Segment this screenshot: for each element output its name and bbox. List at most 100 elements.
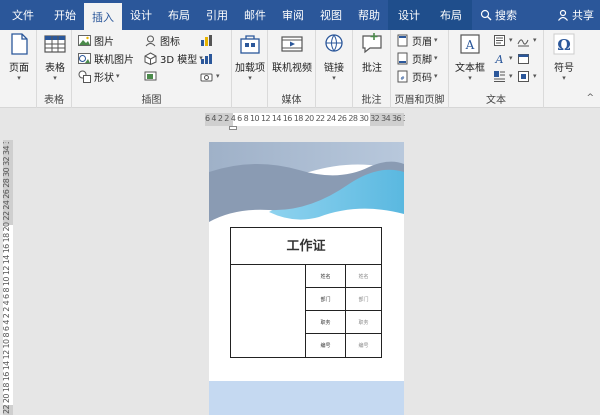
- tab-spacer: [525, 0, 549, 30]
- group-text: A 文本框 ▾ ▾ A ▾ ▾ ▾ ▾ 文本: [449, 30, 544, 108]
- pages-button[interactable]: 页面 ▾: [4, 32, 34, 82]
- shapes-label: 形状: [94, 72, 114, 84]
- links-button[interactable]: 链接 ▾: [319, 32, 349, 82]
- label-position[interactable]: 职务: [306, 311, 345, 334]
- share-label: 共享: [572, 9, 594, 22]
- table-label: 表格: [45, 63, 65, 74]
- tab-view[interactable]: 视图: [312, 0, 350, 30]
- ribbon-insert: 页面 ▾ 表格 ▾ 表格 图片 联机图片 形状 ▾ 图标 3D 模型 ▾ ▾ 插…: [0, 30, 600, 108]
- camera-button[interactable]: ▾: [200, 68, 220, 84]
- page-number-label: 页码: [412, 72, 432, 84]
- group-comments: 批注 批注: [353, 30, 391, 108]
- chevron-down-icon: ▾: [17, 74, 21, 82]
- id-card-table[interactable]: 工作证 姓名 部门 职务 编号 姓名 部门 职务 编号: [230, 227, 382, 358]
- chevron-down-icon: ▾: [509, 54, 513, 62]
- online-video-button[interactable]: 联机视频: [270, 32, 314, 74]
- symbol-button[interactable]: Ω 符号 ▾: [548, 32, 580, 82]
- tab-insert[interactable]: 插入: [84, 3, 122, 30]
- object-button[interactable]: ▾: [517, 68, 537, 84]
- value-column: 姓名 部门 职务 编号: [346, 265, 381, 357]
- date-time-button[interactable]: [517, 50, 533, 66]
- collapse-ribbon-icon[interactable]: ^: [586, 93, 594, 103]
- chevron-down-icon: ▾: [53, 74, 57, 82]
- group-tables: 表格 ▾ 表格: [37, 30, 72, 108]
- page-number-button[interactable]: # 页码 ▾: [396, 68, 438, 84]
- footer-button[interactable]: 页脚 ▾: [396, 50, 438, 66]
- chevron-down-icon: ▾: [434, 36, 438, 44]
- online-pictures-label: 联机图片: [94, 54, 134, 66]
- 3d-models-button[interactable]: 3D 模型 ▾: [144, 50, 203, 66]
- signature-button[interactable]: ▾: [517, 32, 537, 48]
- group-header-footer: 页眉 ▾ 页脚 ▾ # 页码 ▾ 页眉和页脚: [391, 30, 449, 108]
- icons-label: 图标: [160, 36, 180, 48]
- links-label: 链接: [324, 63, 344, 74]
- pages-label: 页面: [9, 63, 29, 74]
- photo-cell[interactable]: [231, 265, 306, 357]
- vertical-ruler[interactable]: 22 20 18 16 14 12 10 8 6 4 2 2 4 6 8 10 …: [0, 140, 16, 415]
- chart-button[interactable]: [200, 50, 216, 66]
- value-position[interactable]: 职务: [346, 311, 381, 334]
- tab-file[interactable]: 文件: [0, 0, 46, 30]
- comment-button[interactable]: 批注: [357, 32, 387, 74]
- icons-button[interactable]: 图标: [144, 32, 180, 48]
- group-pages: 页面 ▾: [0, 30, 37, 108]
- label-name[interactable]: 姓名: [306, 265, 345, 288]
- tab-home[interactable]: 开始: [46, 0, 84, 30]
- smartart-button[interactable]: [200, 32, 216, 48]
- online-image-icon: [78, 52, 91, 64]
- footer-band: [209, 381, 404, 415]
- tab-mailings[interactable]: 邮件: [236, 0, 274, 30]
- search-box[interactable]: 搜索: [472, 0, 525, 30]
- word-window: 文件 开始 插入 设计 布局 引用 邮件 审阅 视图 帮助 设计 布局 搜索 共…: [0, 0, 600, 415]
- symbol-label: 符号: [554, 63, 574, 74]
- label-department[interactable]: 部门: [306, 288, 345, 311]
- share-button[interactable]: 共享: [549, 0, 600, 30]
- group-label-tables: 表格: [44, 95, 64, 106]
- svg-text:Ω: Ω: [557, 36, 570, 54]
- tab-help[interactable]: 帮助: [350, 0, 388, 30]
- table-button[interactable]: 表格 ▾: [40, 32, 70, 82]
- pictures-button[interactable]: 图片: [78, 32, 114, 48]
- icons-icon: [145, 35, 156, 46]
- pictures-label: 图片: [94, 36, 114, 48]
- object-icon: [518, 70, 529, 82]
- screenshot-button[interactable]: [144, 68, 160, 84]
- chevron-down-icon: ▾: [509, 72, 513, 80]
- shapes-button[interactable]: 形状 ▾: [78, 68, 120, 84]
- addins-button[interactable]: 加载项 ▾: [235, 32, 265, 82]
- tab-layout[interactable]: 布局: [160, 0, 198, 30]
- chevron-down-icon: ▾: [509, 36, 513, 44]
- screenshot-icon: [144, 71, 157, 80]
- tab-references[interactable]: 引用: [198, 0, 236, 30]
- tab-table-layout[interactable]: 布局: [430, 0, 472, 30]
- quick-parts-button[interactable]: ▾: [493, 32, 513, 48]
- ruler-numbers: 6 4 2 2 4 6 8 10 12 14 16 18 20 22 24 26…: [205, 114, 405, 123]
- chevron-down-icon: ▾: [216, 72, 220, 80]
- chart-icon: [201, 53, 212, 64]
- document-page[interactable]: 工作证 姓名 部门 职务 编号 姓名 部门 职务 编号: [209, 142, 404, 415]
- group-symbols: Ω 符号 ▾: [544, 30, 584, 108]
- online-pictures-button[interactable]: 联机图片: [78, 50, 134, 66]
- image-icon: [78, 34, 91, 46]
- tab-design[interactable]: 设计: [122, 0, 160, 30]
- textbox-button[interactable]: A 文本框 ▾: [452, 32, 488, 82]
- tab-review[interactable]: 审阅: [274, 0, 312, 30]
- wordart-button[interactable]: A ▾: [493, 50, 513, 66]
- tab-table-design[interactable]: 设计: [388, 0, 430, 30]
- value-name[interactable]: 姓名: [346, 265, 381, 288]
- video-icon: [281, 36, 303, 52]
- indent-marker[interactable]: [229, 126, 237, 130]
- drop-cap-button[interactable]: ▾: [493, 68, 513, 84]
- horizontal-ruler[interactable]: 6 4 2 2 4 6 8 10 12 14 16 18 20 22 24 26…: [0, 108, 600, 130]
- header-button[interactable]: 页眉 ▾: [396, 32, 438, 48]
- label-number[interactable]: 编号: [306, 334, 345, 357]
- textbox-label: 文本框: [455, 63, 485, 74]
- footer-label: 页脚: [412, 54, 432, 66]
- drop-cap-icon: [494, 70, 505, 82]
- group-label-comments: 批注: [361, 95, 382, 106]
- value-department[interactable]: 部门: [346, 288, 381, 311]
- 3d-models-label: 3D 模型: [160, 54, 198, 66]
- value-number[interactable]: 编号: [346, 334, 381, 357]
- card-title: 工作证: [231, 228, 381, 265]
- footer-icon: [397, 52, 408, 64]
